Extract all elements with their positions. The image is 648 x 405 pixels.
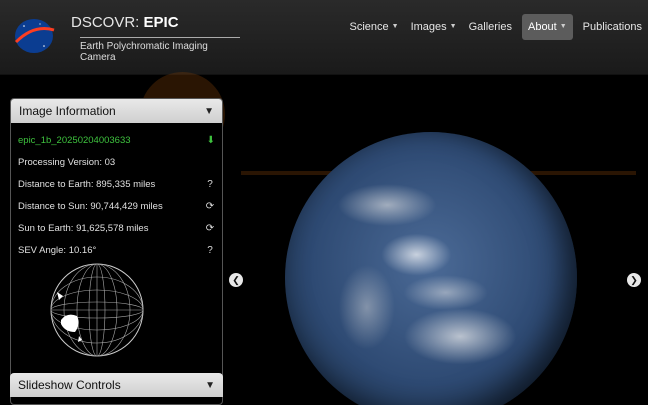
image-info-panel: Image Information ▼ epic_1b_202502040036… xyxy=(10,98,223,405)
image-id-link[interactable]: epic_1b_20250204003633 xyxy=(18,135,131,146)
distance-sun-row: Distance to Sun: 90,744,429 miles ⟳ xyxy=(18,195,215,217)
top-header: DSCOVR: EPIC Earth Polychromatic Imaging… xyxy=(0,0,648,75)
nav-images[interactable]: Images ▼ xyxy=(405,14,463,40)
nav-galleries-label: Galleries xyxy=(468,21,512,33)
brand-prefix: DSCOVR: xyxy=(71,14,140,31)
nav-images-label: Images xyxy=(410,21,447,33)
chevron-down-icon: ▼ xyxy=(449,23,457,30)
image-id-row: epic_1b_20250204003633 ⬇ xyxy=(18,129,215,151)
nav-about[interactable]: About ▼ xyxy=(521,14,573,40)
sun-earth-row: Sun to Earth: 91,625,578 miles ⟳ xyxy=(18,217,215,239)
chevron-down-icon: ▼ xyxy=(204,105,214,117)
processing-version: Processing Version: 03 xyxy=(18,156,116,168)
main-nav: Science ▼ Images ▼ Galleries About ▼ Pub… xyxy=(343,13,648,41)
brand-subtitle: Earth Polychromatic Imaging Camera xyxy=(80,37,240,63)
processing-version-row: Processing Version: 03 xyxy=(18,151,215,173)
nav-science-label: Science xyxy=(349,21,389,33)
chevron-down-icon: ▼ xyxy=(391,23,399,30)
distance-to-earth: Distance to Earth: 895,335 miles xyxy=(18,178,156,190)
nav-publications[interactable]: Publications xyxy=(577,14,648,40)
image-info-header[interactable]: Image Information ▼ xyxy=(11,99,222,123)
slideshow-controls-header[interactable]: Slideshow Controls ▼ xyxy=(10,373,223,397)
nav-about-label: About xyxy=(527,21,557,33)
help-icon[interactable]: ? xyxy=(205,245,215,256)
chevron-down-icon: ▼ xyxy=(559,23,567,30)
locator-globe xyxy=(50,263,144,357)
image-info-title: Image Information xyxy=(19,104,116,118)
refresh-icon[interactable]: ⟳ xyxy=(205,223,215,234)
sun-to-earth: Sun to Earth: 91,625,578 miles xyxy=(18,222,149,234)
refresh-icon[interactable]: ⟳ xyxy=(205,201,215,212)
nav-publications-label: Publications xyxy=(582,21,642,33)
brand-name: EPIC xyxy=(143,14,179,31)
earth-image xyxy=(285,132,577,405)
image-info-body: epic_1b_20250204003633 ⬇ Processing Vers… xyxy=(11,123,222,261)
distance-earth-row: Distance to Earth: 895,335 miles ? xyxy=(18,173,215,195)
chevron-left-icon[interactable]: ❮ xyxy=(229,273,243,287)
distance-to-sun: Distance to Sun: 90,744,429 miles xyxy=(18,200,163,212)
slideshow-controls-title: Slideshow Controls xyxy=(18,378,121,392)
brand-title[interactable]: DSCOVR: EPIC xyxy=(71,14,179,31)
download-icon[interactable]: ⬇ xyxy=(207,135,215,146)
chevron-down-icon: ▼ xyxy=(205,379,215,391)
sev-angle-row: SEV Angle: 10.16° ? xyxy=(18,239,215,261)
chevron-right-icon[interactable]: ❯ xyxy=(627,273,641,287)
slideshow-controls-panel[interactable]: Slideshow Controls ▼ xyxy=(10,373,223,397)
nav-science[interactable]: Science ▼ xyxy=(343,14,404,40)
help-icon[interactable]: ? xyxy=(205,179,215,190)
sev-angle: SEV Angle: 10.16° xyxy=(18,244,97,256)
nasa-logo[interactable] xyxy=(10,16,58,56)
nav-galleries[interactable]: Galleries xyxy=(463,14,518,40)
